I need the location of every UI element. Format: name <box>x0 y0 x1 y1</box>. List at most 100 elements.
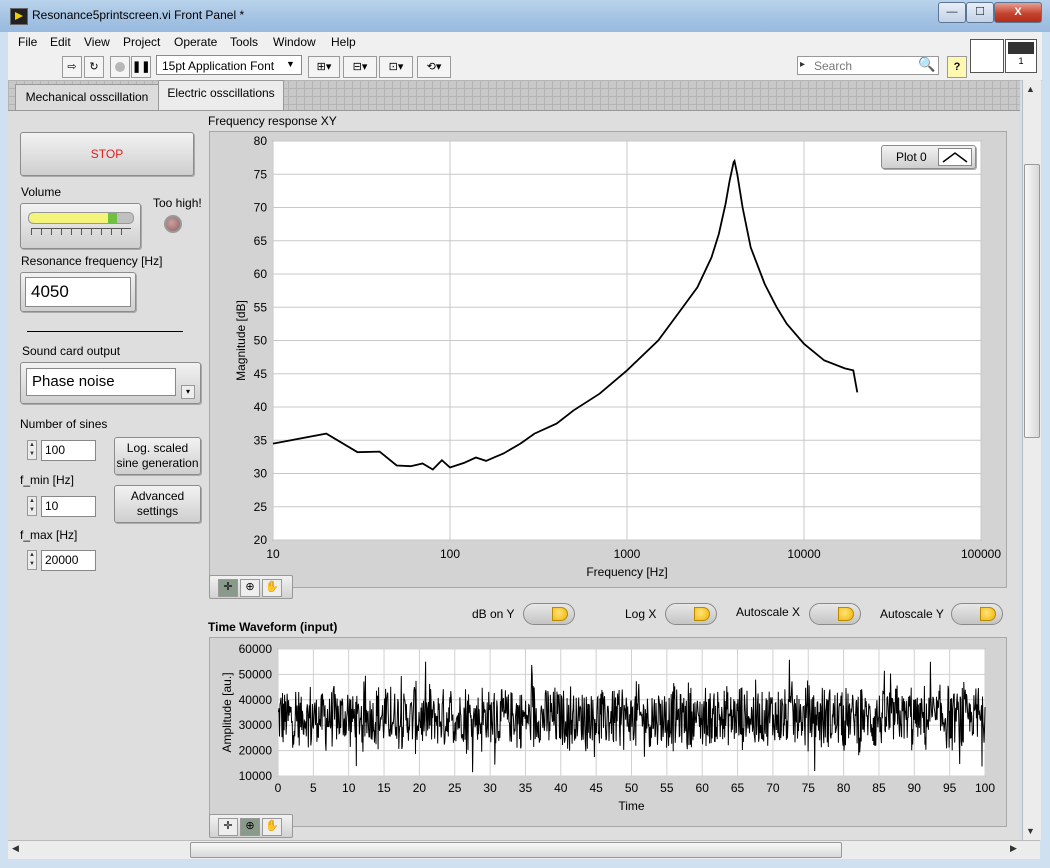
menu-help[interactable]: Help <box>331 35 356 49</box>
number-of-sines-input[interactable]: 100 <box>41 440 96 461</box>
labview-vi-icon <box>10 8 28 25</box>
db-on-y-toggle[interactable] <box>523 603 575 625</box>
run-continuously-icon[interactable]: ↻ <box>84 56 104 78</box>
fmin-input[interactable]: 10 <box>41 496 96 517</box>
vi-icon-box[interactable] <box>970 39 1004 73</box>
log-scaled-sine-button[interactable]: Log. scaled sine generation <box>114 437 201 475</box>
fmax-input[interactable]: 20000 <box>41 550 96 571</box>
y-tick-label: 40 <box>254 400 268 414</box>
sound-card-output-label: Sound card output <box>22 344 121 358</box>
x-tick-label: 100 <box>975 781 995 795</box>
scroll-down-icon[interactable]: ▼ <box>1026 826 1035 836</box>
log-x-toggle[interactable] <box>665 603 717 625</box>
autoscale-y-label: Autoscale Y <box>880 607 944 621</box>
x-axis-label: Time <box>618 799 645 813</box>
y-axis-label: Amplitude [au.] <box>220 672 234 752</box>
cursor-crosshair-icon[interactable]: ✛ <box>218 579 238 597</box>
abort-icon[interactable] <box>110 56 130 78</box>
reorder-icon[interactable]: ⟲▾ <box>417 56 451 78</box>
x-tick-label: 10000 <box>787 547 821 561</box>
fmax-stepper[interactable]: ▲ ▼ <box>27 550 37 570</box>
too-high-led <box>164 215 182 233</box>
menu-operate[interactable]: Operate <box>174 35 217 49</box>
menu-view[interactable]: View <box>84 35 110 49</box>
autoscale-x-label: Autoscale X <box>736 605 801 619</box>
menu-bar <box>8 32 1042 52</box>
x-tick-label: 55 <box>660 781 674 795</box>
y-axis-label: Magnitude [dB] <box>234 300 248 381</box>
tab-electric-oscillations[interactable]: Electric osscillations <box>158 80 284 111</box>
y-tick-label: 80 <box>254 134 268 148</box>
x-tick-label: 70 <box>766 781 780 795</box>
zoom-icon[interactable]: ⊕ <box>240 579 260 597</box>
minimize-button[interactable]: — <box>938 2 966 23</box>
maximize-button[interactable]: ☐ <box>966 2 994 23</box>
db-on-y-label: dB on Y <box>472 607 515 621</box>
resonance-frequency-indicator: 4050 <box>20 272 136 312</box>
stop-button[interactable]: STOP <box>20 132 194 176</box>
menu-window[interactable]: Window <box>273 35 316 49</box>
x-tick-label: 10 <box>266 547 280 561</box>
x-tick-label: 100000 <box>961 547 1001 561</box>
y-tick-label: 30 <box>254 467 268 481</box>
help-icon[interactable]: ? <box>947 56 967 78</box>
pause-icon[interactable]: ❚❚ <box>131 56 151 78</box>
x-tick-label: 10 <box>342 781 356 795</box>
font-selector[interactable]: 15pt Application Font <box>156 55 302 75</box>
y-tick-label: 65 <box>254 234 268 248</box>
volume-track <box>28 212 134 224</box>
cursor-crosshair-icon[interactable]: ✛ <box>218 818 238 836</box>
x-tick-label: 45 <box>589 781 603 795</box>
pan-hand-icon[interactable]: ✋ <box>262 579 282 597</box>
time-waveform-plot: 0 5 10 15 20 25 30 35 40 45 50 55 60 65 70 75 80 85 90 95 10… <box>220 642 995 813</box>
fmax-label: f_max [Hz] <box>20 528 78 542</box>
dropdown-arrow-icon[interactable]: ▾ <box>181 385 195 399</box>
menu-tools[interactable]: Tools <box>230 35 258 49</box>
y-tick-label: 35 <box>254 433 268 447</box>
y-tick-label: 45 <box>254 367 268 381</box>
y-tick-label: 55 <box>254 300 268 314</box>
x-tick-label: 80 <box>837 781 851 795</box>
number-of-sines-stepper[interactable]: ▲ ▼ <box>27 440 37 460</box>
x-tick-label: 60 <box>696 781 710 795</box>
x-tick-label: 30 <box>483 781 497 795</box>
x-tick-label: 5 <box>310 781 317 795</box>
x-tick-label: 40 <box>554 781 568 795</box>
volume-scale <box>31 228 131 235</box>
scroll-left-icon[interactable]: ◀ <box>12 843 19 854</box>
y-tick-label: 70 <box>254 201 268 215</box>
sound-card-output-value: Phase noise <box>26 368 176 396</box>
autoscale-x-toggle[interactable] <box>809 603 861 625</box>
resize-objects-icon[interactable]: ⊡▾ <box>379 56 413 78</box>
x-tick-label: 100 <box>440 547 460 561</box>
y-tick-label: 40000 <box>239 693 273 707</box>
menu-edit[interactable]: Edit <box>50 35 71 49</box>
horizontal-scroll-thumb[interactable] <box>190 842 842 858</box>
frequency-response-title: Frequency response XY <box>208 114 337 128</box>
advanced-settings-button[interactable]: Advanced settings <box>114 485 201 523</box>
y-tick-label: 30000 <box>239 718 273 732</box>
scroll-up-icon[interactable]: ▲ <box>1026 84 1035 94</box>
y-tick-label: 50000 <box>239 667 273 681</box>
resonance-frequency-value: 4050 <box>25 277 131 307</box>
frequency-response-plot: 10 100 1000 10000 100000 20 25 30 35 40 45 50 55 60 65… <box>234 134 1001 579</box>
run-arrow-icon[interactable]: ⇨ <box>62 56 82 78</box>
fmin-stepper[interactable]: ▲ ▼ <box>27 496 37 516</box>
menu-file[interactable]: File <box>18 35 37 49</box>
close-button[interactable]: X <box>994 2 1042 23</box>
connector-pane-icon[interactable]: 1 <box>1005 39 1037 73</box>
autoscale-y-toggle[interactable] <box>951 603 1003 625</box>
sound-card-output-dropdown[interactable]: Phase noise ▾ <box>20 362 201 404</box>
plot-legend[interactable]: Plot 0 <box>881 145 976 169</box>
zoom-icon[interactable]: ⊕ <box>240 818 260 836</box>
x-tick-label: 95 <box>943 781 957 795</box>
vertical-scroll-thumb[interactable] <box>1024 164 1040 438</box>
pan-hand-icon[interactable]: ✋ <box>262 818 282 836</box>
distribute-objects-icon[interactable]: ⊟▾ <box>343 56 377 78</box>
menu-project[interactable]: Project <box>123 35 160 49</box>
search-icon[interactable]: 🔍 <box>918 56 935 73</box>
align-objects-icon[interactable]: ⊞▾ <box>308 56 340 78</box>
scroll-right-icon[interactable]: ▶ <box>1010 843 1017 854</box>
tab-mechanical-oscillation[interactable]: Mechanical osscillation <box>15 84 159 111</box>
x-tick-label: 20 <box>413 781 427 795</box>
